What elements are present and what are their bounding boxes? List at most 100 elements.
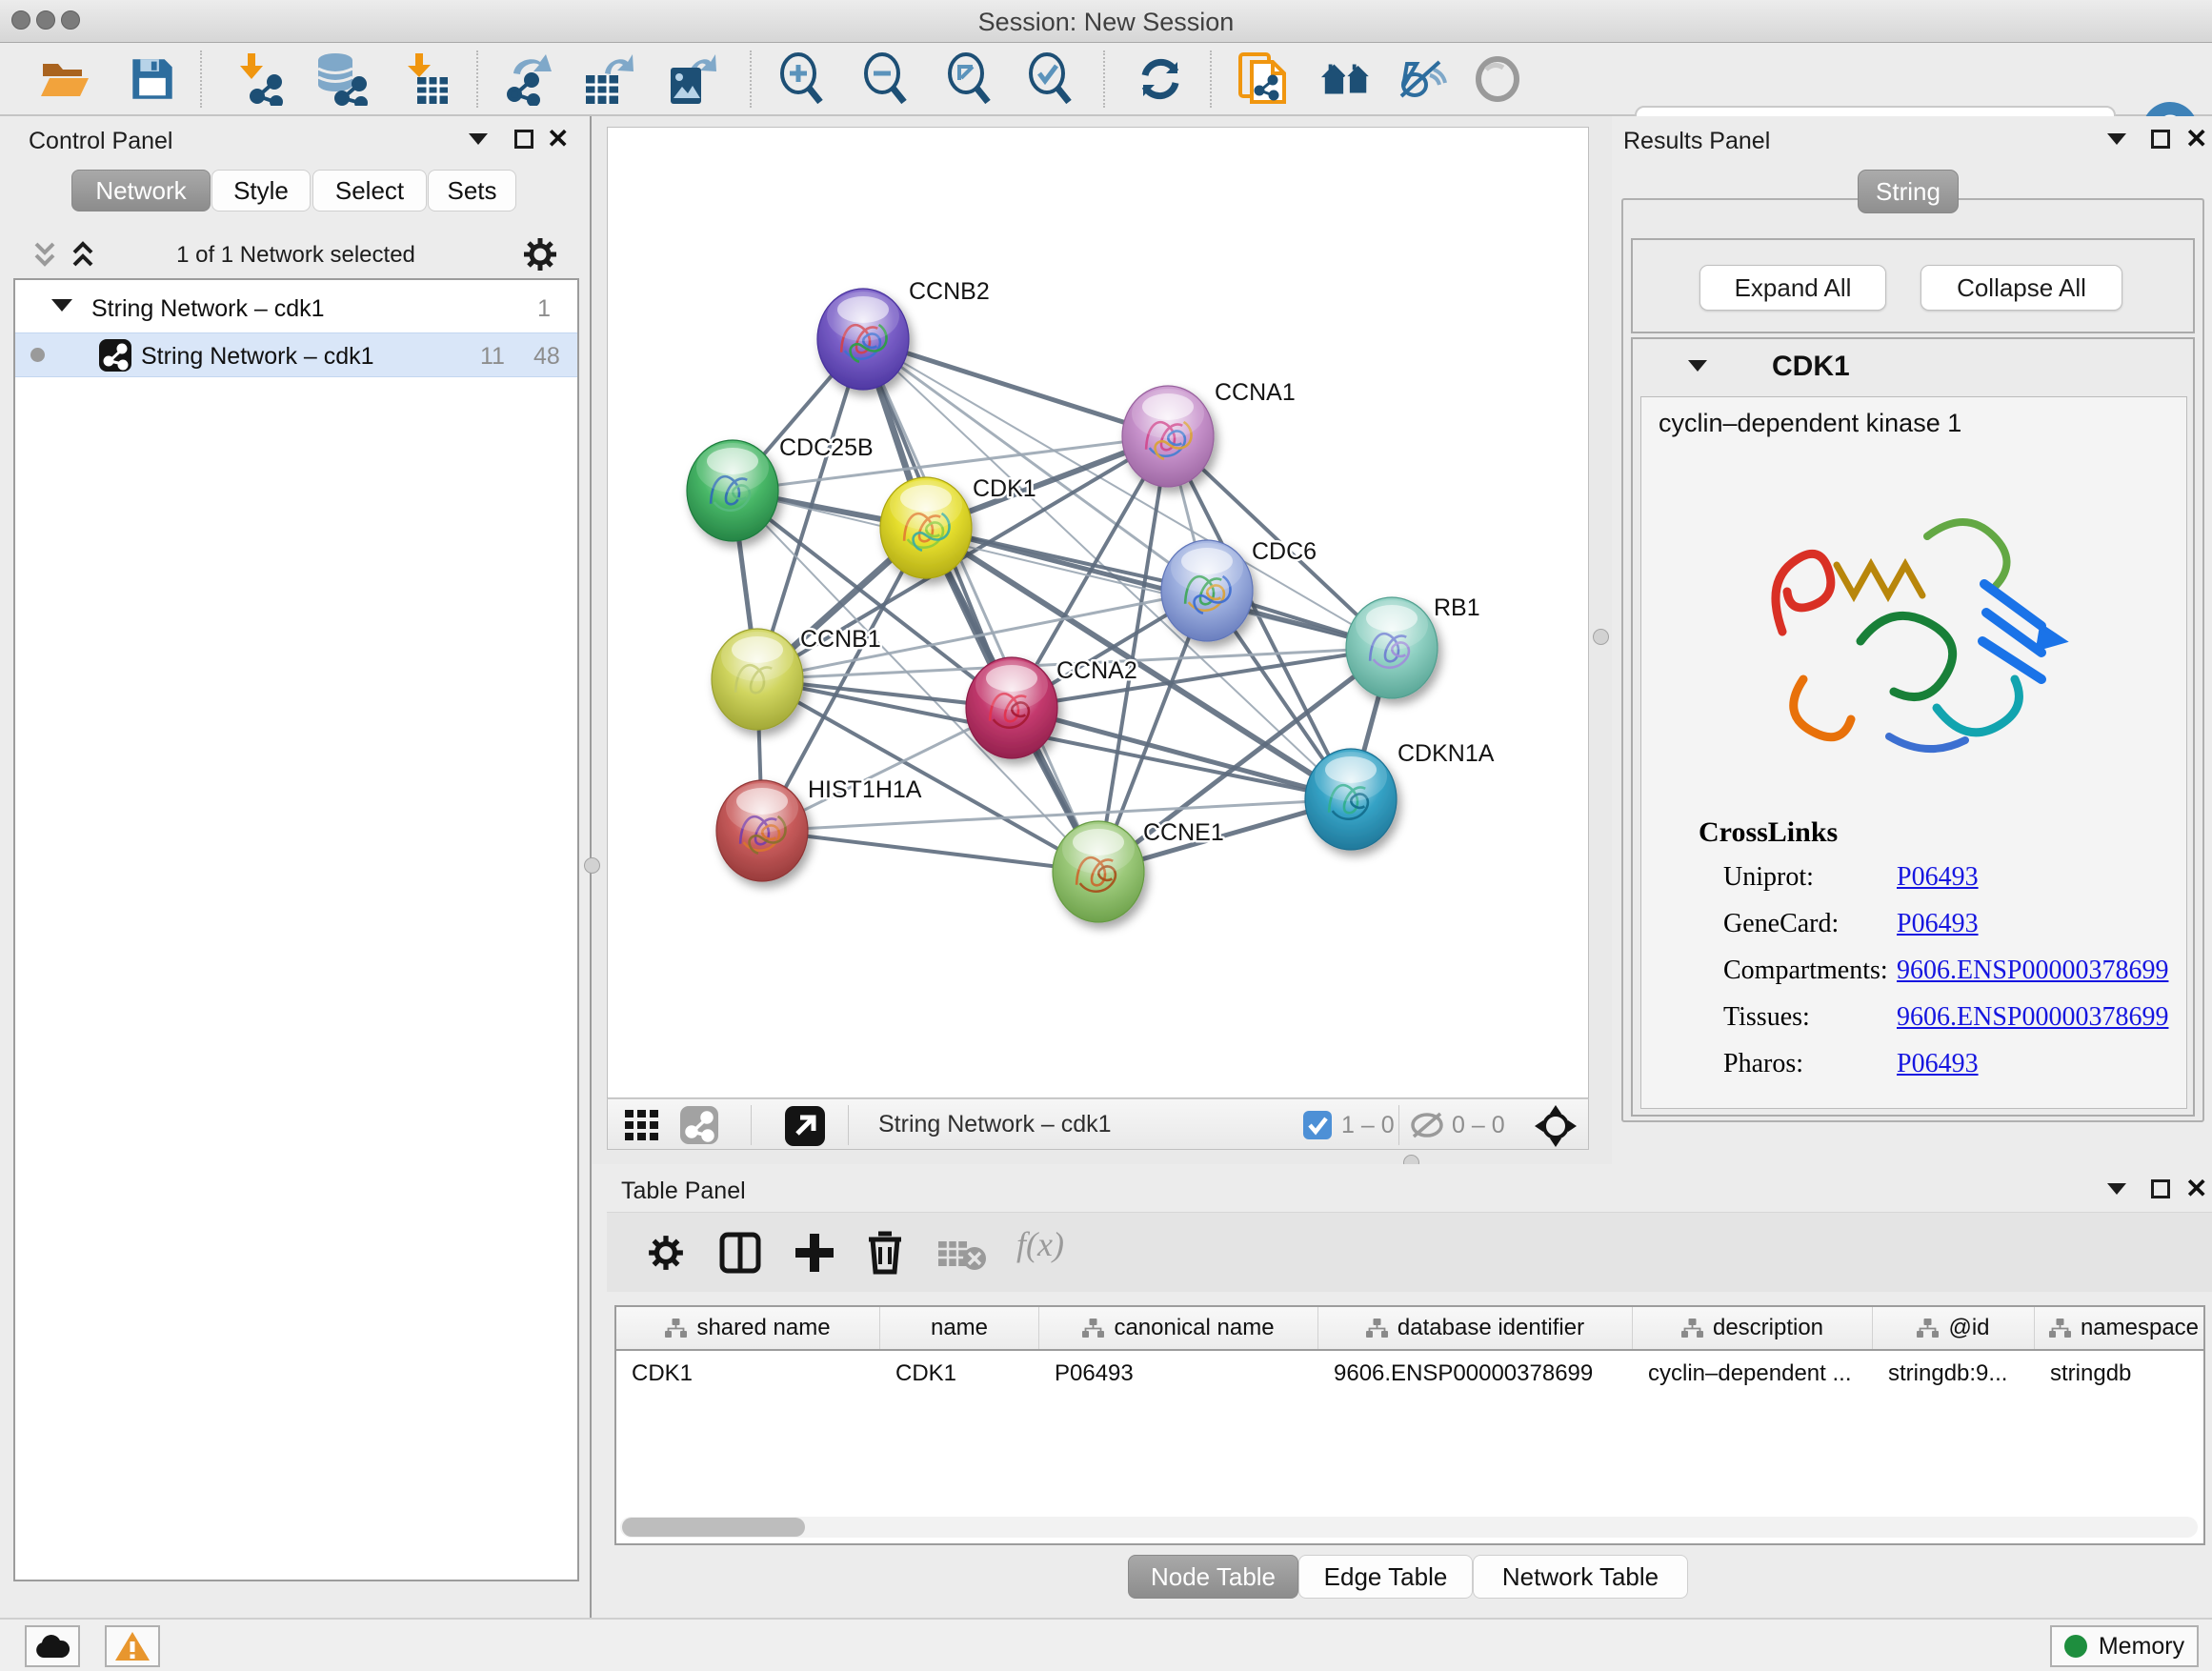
export-network-button[interactable]	[503, 52, 556, 106]
node-RB1[interactable]	[1346, 597, 1438, 698]
edge-CCNA1-CCNE1[interactable]	[1098, 436, 1168, 872]
node-CDC25B[interactable]	[687, 440, 778, 541]
hidden-eye-icon[interactable]	[1408, 1111, 1446, 1139]
crosslink-link[interactable]: P06493	[1897, 1049, 1979, 1079]
node-CCNB1[interactable]	[712, 629, 803, 730]
column-header-canonical-name[interactable]: canonical name	[1039, 1307, 1318, 1349]
table-tab-node-table[interactable]: Node Table	[1128, 1555, 1298, 1599]
column-header-namespace[interactable]: namespace	[2035, 1307, 2212, 1349]
hide-glasses-icon	[1398, 58, 1451, 100]
warnings-button[interactable]	[105, 1625, 160, 1667]
save-session-button[interactable]	[126, 52, 179, 106]
memory-button[interactable]: Memory	[2050, 1625, 2199, 1667]
refresh-button[interactable]	[1134, 52, 1187, 106]
table-panel-float-icon[interactable]	[2151, 1179, 2170, 1198]
string-view-icon[interactable]	[680, 1106, 718, 1144]
collapse-all-button[interactable]: Collapse All	[1920, 265, 2122, 311]
zoom-in-icon	[775, 52, 825, 106]
table-cell[interactable]: cyclin–dependent ...	[1633, 1353, 1873, 1395]
right-splitter-handle[interactable]	[1593, 629, 1609, 645]
table-cell[interactable]: stringdb:9...	[1873, 1353, 2035, 1395]
main-toolbar: ?	[0, 43, 2212, 116]
node-CCNA1[interactable]	[1122, 386, 1214, 487]
table-cell[interactable]: 9606.ENSP00000378699	[1318, 1353, 1633, 1395]
crosslink-link[interactable]: P06493	[1897, 909, 1979, 939]
show-hide-button[interactable]	[1471, 52, 1524, 106]
column-header-name[interactable]: name	[880, 1307, 1039, 1349]
create-column-plus-icon[interactable]	[794, 1232, 835, 1274]
scrollbar-thumb[interactable]	[622, 1518, 805, 1537]
control-tab-sets[interactable]: Sets	[428, 170, 516, 211]
export-image-button[interactable]	[664, 52, 717, 106]
cloud-button[interactable]	[25, 1625, 80, 1667]
node-CCNB2[interactable]	[817, 289, 909, 390]
expand-all-button[interactable]: Expand All	[1699, 265, 1886, 311]
gene-collapse-icon[interactable]	[1688, 360, 1707, 372]
table-gear-icon[interactable]	[647, 1234, 685, 1272]
crosslink-link[interactable]: 9606.ENSP00000378699	[1897, 1002, 2168, 1033]
table-panel-menu-icon[interactable]	[2107, 1183, 2126, 1195]
zoom-selected-button[interactable]	[1022, 52, 1076, 106]
zoom-in-button[interactable]	[774, 52, 827, 106]
string-import-button[interactable]	[1237, 52, 1290, 106]
crosslink-link[interactable]: P06493	[1897, 862, 1979, 893]
edge-CCNB2-CCNA1[interactable]	[863, 339, 1168, 436]
zoom-fit-button[interactable]	[941, 52, 995, 106]
table-row[interactable]: CDK1CDK1P064939606.ENSP00000378699cyclin…	[616, 1353, 2203, 1395]
grid-view-icon[interactable]	[625, 1110, 667, 1140]
network-collection-row[interactable]: String Network – cdk1 1	[15, 288, 577, 332]
network-row-selected[interactable]: String Network – cdk1 11 48	[15, 332, 577, 377]
network-options-gear-icon[interactable]	[522, 236, 558, 272]
edge-HIST1H1A-CCNE1[interactable]	[762, 831, 1098, 872]
node-CCNE1[interactable]	[1053, 821, 1144, 922]
column-header-description[interactable]: description	[1633, 1307, 1873, 1349]
birds-eye-icon[interactable]	[1534, 1104, 1578, 1148]
open-session-button[interactable]	[38, 52, 91, 106]
table-tab-edge-table[interactable]: Edge Table	[1298, 1555, 1473, 1599]
column-header-shared-name[interactable]: shared name	[616, 1307, 880, 1349]
control-panel-menu-icon[interactable]	[469, 133, 488, 145]
table-cell[interactable]: CDK1	[616, 1353, 880, 1395]
table-panel-close-icon[interactable]: ✕	[2185, 1179, 2207, 1198]
results-panel-float-icon[interactable]	[2151, 130, 2170, 149]
table-horizontal-scrollbar[interactable]	[620, 1517, 2198, 1538]
node-CDK1[interactable]	[880, 477, 972, 578]
enhance-labels-button[interactable]	[1398, 52, 1451, 106]
edge-CDK1-RB1[interactable]	[926, 528, 1392, 648]
control-panel-float-icon[interactable]	[514, 130, 533, 149]
table-cell[interactable]: P06493	[1039, 1353, 1318, 1395]
control-tab-select[interactable]: Select	[312, 170, 427, 211]
import-network-button[interactable]	[232, 52, 286, 106]
node-CDC6[interactable]	[1161, 540, 1253, 641]
table-cell[interactable]: stringdb	[2035, 1353, 2212, 1395]
control-panel-close-icon[interactable]: ✕	[547, 130, 569, 149]
delete-column-trash-icon[interactable]	[866, 1230, 904, 1276]
node-CCNA2[interactable]	[966, 657, 1057, 758]
results-tab-string[interactable]: String	[1858, 170, 1959, 213]
table-tab-network-table[interactable]: Network Table	[1473, 1555, 1688, 1599]
open-view-icon[interactable]	[785, 1106, 825, 1146]
column-header-@id[interactable]: @id	[1873, 1307, 2035, 1349]
control-tab-network[interactable]: Network	[71, 170, 211, 211]
left-splitter-handle[interactable]	[584, 857, 600, 874]
zoom-out-button[interactable]	[857, 52, 911, 106]
import-network-from-database-button[interactable]	[314, 52, 368, 106]
node-CDKN1A[interactable]	[1305, 749, 1397, 850]
node-label-CCNE1: CCNE1	[1143, 819, 1224, 846]
network-canvas[interactable]: CCNB2CCNA1CDC25BCDK1CDC6RB1CCNB1CCNA2CDK…	[607, 127, 1589, 1098]
string-settings-button[interactable]	[1319, 52, 1373, 106]
node-HIST1H1A[interactable]	[716, 780, 808, 881]
show-columns-icon[interactable]	[719, 1232, 761, 1274]
results-panel-close-icon[interactable]: ✕	[2185, 130, 2207, 149]
edge-CCNA2-CDKN1A[interactable]	[1012, 708, 1351, 799]
table-cell[interactable]: CDK1	[880, 1353, 1039, 1395]
selected-checkbox-icon[interactable]	[1303, 1111, 1332, 1139]
collection-expand-icon[interactable]	[51, 299, 72, 312]
control-tab-style[interactable]: Style	[211, 170, 311, 211]
results-panel-menu-icon[interactable]	[2107, 133, 2126, 145]
column-header-database-identifier[interactable]: database identifier	[1318, 1307, 1633, 1349]
import-table-button[interactable]	[400, 52, 453, 106]
export-table-button[interactable]	[581, 52, 634, 106]
delete-table-icon	[938, 1238, 988, 1272]
crosslink-link[interactable]: 9606.ENSP00000378699	[1897, 956, 2168, 986]
